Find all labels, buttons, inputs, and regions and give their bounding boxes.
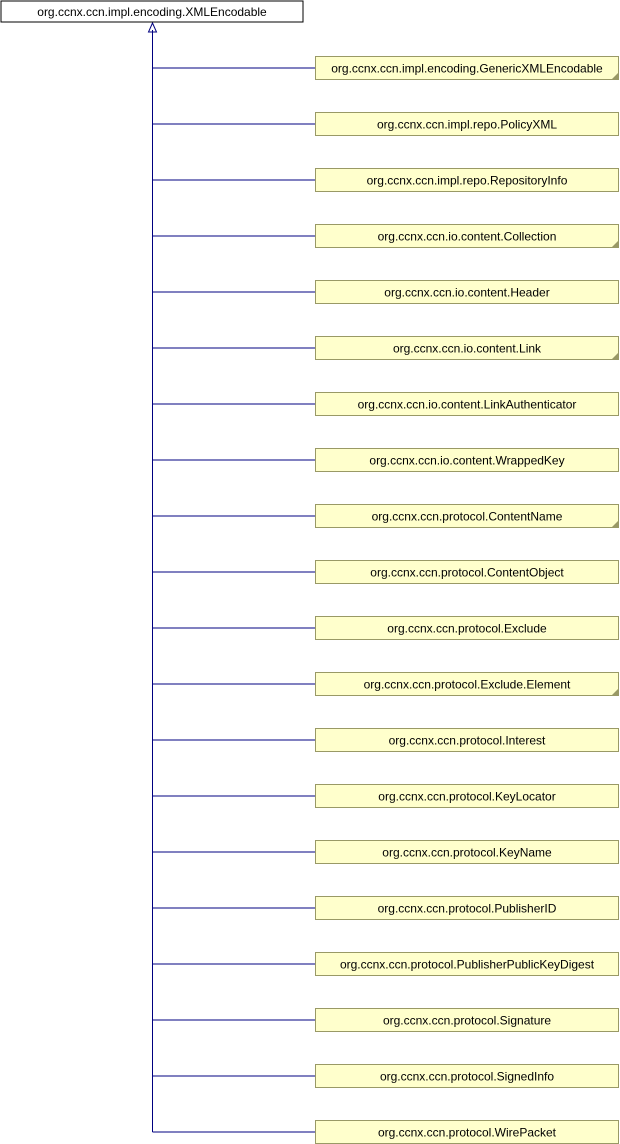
child-class-node[interactable]: org.ccnx.ccn.io.content.Link — [315, 336, 619, 360]
child-class-label: org.ccnx.ccn.impl.repo.RepositoryInfo — [367, 174, 568, 188]
inheritance-edges — [147, 21, 316, 1133]
child-class-label: org.ccnx.ccn.io.content.Collection — [378, 230, 557, 244]
child-class-node[interactable]: org.ccnx.ccn.protocol.Interest — [315, 728, 619, 752]
root-node[interactable]: org.ccnx.ccn.impl.encoding.XMLEncodable — [0, 0, 304, 23]
child-class-node[interactable]: org.ccnx.ccn.protocol.Exclude.Element — [315, 672, 619, 696]
child-class-node[interactable]: org.ccnx.ccn.io.content.Collection — [315, 224, 619, 248]
child-class-node[interactable]: org.ccnx.ccn.impl.repo.PolicyXML — [315, 112, 619, 136]
child-class-label: org.ccnx.ccn.io.content.LinkAuthenticato… — [358, 398, 577, 412]
child-class-label: org.ccnx.ccn.protocol.PublisherPublicKey… — [340, 958, 595, 972]
child-class-label: org.ccnx.ccn.protocol.KeyName — [382, 846, 552, 860]
child-class-label: org.ccnx.ccn.protocol.ContentObject — [370, 566, 564, 580]
child-class-label: org.ccnx.ccn.io.content.Header — [384, 286, 549, 300]
child-class-label: org.ccnx.ccn.protocol.ContentName — [372, 510, 563, 524]
child-class-node[interactable]: org.ccnx.ccn.io.content.LinkAuthenticato… — [315, 392, 619, 416]
child-class-node[interactable]: org.ccnx.ccn.io.content.Header — [315, 280, 619, 304]
child-class-node[interactable]: org.ccnx.ccn.protocol.ContentName — [315, 504, 619, 528]
child-class-label: org.ccnx.ccn.protocol.KeyLocator — [378, 790, 555, 804]
child-class-label: org.ccnx.ccn.protocol.SignedInfo — [380, 1070, 554, 1084]
child-class-label: org.ccnx.ccn.io.content.Link — [393, 342, 542, 356]
child-class-label: org.ccnx.ccn.protocol.Exclude.Element — [364, 678, 571, 692]
child-class-node[interactable]: org.ccnx.ccn.protocol.Exclude — [315, 616, 619, 640]
child-class-node[interactable]: org.ccnx.ccn.protocol.KeyName — [315, 840, 619, 864]
child-class-node[interactable]: org.ccnx.ccn.protocol.PublisherID — [315, 896, 619, 920]
child-class-label: org.ccnx.ccn.impl.encoding.GenericXMLEnc… — [331, 62, 603, 76]
child-class-node[interactable]: org.ccnx.ccn.protocol.SignedInfo — [315, 1064, 619, 1088]
child-class-node[interactable]: org.ccnx.ccn.protocol.Signature — [315, 1008, 619, 1032]
child-class-label: org.ccnx.ccn.impl.repo.PolicyXML — [377, 118, 557, 132]
child-class-label: org.ccnx.ccn.io.content.WrappedKey — [369, 454, 564, 468]
child-class-label: org.ccnx.ccn.protocol.Signature — [383, 1014, 551, 1028]
child-class-node[interactable]: org.ccnx.ccn.protocol.PublisherPublicKey… — [315, 952, 619, 976]
child-class-node[interactable]: org.ccnx.ccn.io.content.WrappedKey — [315, 448, 619, 472]
child-class-node[interactable]: org.ccnx.ccn.protocol.KeyLocator — [315, 784, 619, 808]
child-class-label: org.ccnx.ccn.protocol.PublisherID — [378, 902, 557, 916]
child-class-label: org.ccnx.ccn.protocol.Exclude — [387, 622, 547, 636]
child-class-node[interactable]: org.ccnx.ccn.impl.repo.RepositoryInfo — [315, 168, 619, 192]
child-class-node[interactable]: org.ccnx.ccn.impl.encoding.GenericXMLEnc… — [315, 56, 619, 80]
child-class-node[interactable]: org.ccnx.ccn.protocol.WirePacket — [315, 1120, 619, 1144]
root-node-label: org.ccnx.ccn.impl.encoding.XMLEncodable — [37, 5, 267, 19]
child-class-label: org.ccnx.ccn.protocol.Interest — [389, 734, 546, 748]
child-class-label: org.ccnx.ccn.protocol.WirePacket — [378, 1126, 557, 1140]
inheritance-diagram: org.ccnx.ccn.impl.encoding.XMLEncodable … — [0, 0, 619, 1144]
child-class-node[interactable]: org.ccnx.ccn.protocol.ContentObject — [315, 560, 619, 584]
